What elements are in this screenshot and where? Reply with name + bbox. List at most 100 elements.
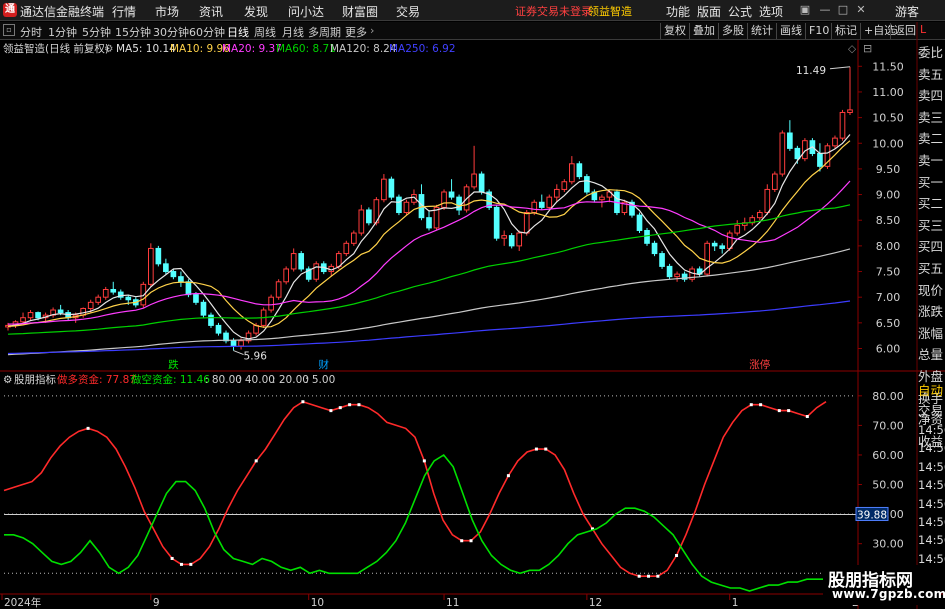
side-panel-item[interactable]: 交易 xyxy=(918,403,945,418)
candle-body xyxy=(508,235,515,247)
side-panel-item[interactable]: 委比 xyxy=(918,45,945,60)
bull-fund-marker xyxy=(179,562,183,566)
ref-40-label: : 40.00 xyxy=(238,374,275,386)
ref-80-label: : 80.00 xyxy=(205,374,242,386)
candle-body xyxy=(659,253,665,267)
watermark-url: www.7gpzb.com xyxy=(832,587,945,601)
candle-body xyxy=(523,212,530,234)
indicator-tick-label: 30.00 xyxy=(872,538,904,551)
side-panel-item[interactable]: 涨幅 xyxy=(918,326,945,341)
collapse-icon[interactable]: ⊟ xyxy=(863,42,872,55)
event-marker: 涨停 xyxy=(749,358,770,371)
candle-body xyxy=(779,132,786,175)
bull-fund-marker xyxy=(422,459,426,463)
candle-body xyxy=(531,201,538,214)
side-panel-item[interactable]: 涨跌 xyxy=(918,304,945,319)
candle-body xyxy=(546,196,553,208)
candle-body xyxy=(448,191,455,198)
candle-body xyxy=(163,263,169,273)
ma120-label: MA120: 8.24 xyxy=(330,43,397,55)
side-panel-item[interactable]: 总量 xyxy=(918,347,945,362)
candle-body xyxy=(839,111,846,139)
bull-fund-marker xyxy=(338,406,342,410)
candle-body xyxy=(358,209,365,234)
candle-body xyxy=(223,332,229,342)
candle-body xyxy=(817,153,823,167)
candle-body xyxy=(87,301,94,309)
candle-body xyxy=(456,196,462,211)
x-tick-label: 2024年 xyxy=(4,596,41,609)
candle-body xyxy=(125,296,132,301)
indicator-title: 股朋指标 xyxy=(14,374,56,386)
candle-body xyxy=(170,271,177,278)
side-panel-item[interactable]: 买五 xyxy=(918,261,945,276)
side-panel-item[interactable]: 买一 xyxy=(918,175,945,190)
event-marker: 财 xyxy=(319,358,330,371)
indicator-tick-label: 70.00 xyxy=(872,419,904,432)
price-tick-label: 9.50 xyxy=(876,163,901,176)
side-panel-item[interactable]: 买三 xyxy=(918,218,945,233)
candle-body xyxy=(230,340,237,347)
time-label: 14:56 xyxy=(918,441,945,456)
bull-fund-marker xyxy=(170,556,174,560)
time-label: 14:56 xyxy=(918,496,945,511)
x-tick-label: 12 xyxy=(589,597,602,609)
candle-body xyxy=(711,242,718,247)
ma5-line xyxy=(7,134,851,340)
side-panel-item[interactable]: 自动 xyxy=(918,383,945,398)
candle-body xyxy=(719,245,726,249)
side-panel-item[interactable]: 卖四 xyxy=(918,88,945,103)
side-panel-item[interactable]: 现价 xyxy=(918,283,945,298)
price-tick-label: 7.50 xyxy=(876,266,901,279)
indicator-settings-icon[interactable]: ⚙ xyxy=(3,374,12,387)
diamond-icon[interactable]: ◇ xyxy=(848,43,856,56)
side-panel-item[interactable]: 买二 xyxy=(918,196,945,211)
candle-body xyxy=(832,137,838,147)
candle-body xyxy=(478,173,485,193)
candle-body xyxy=(403,201,410,214)
bull-fund-marker xyxy=(675,554,679,558)
candle-body xyxy=(283,268,289,283)
high-label: 11.49 xyxy=(796,65,826,77)
candle-body xyxy=(200,301,207,316)
side-panel-item[interactable]: 卖三 xyxy=(918,110,945,125)
bull-fund-marker xyxy=(749,403,753,407)
price-tick-label: 6.00 xyxy=(876,343,901,356)
high-pointer xyxy=(829,66,851,70)
candle-body xyxy=(110,288,117,293)
candle-body xyxy=(396,196,402,214)
bull-fund-marker xyxy=(805,415,809,419)
side-panel-letter[interactable]: L xyxy=(920,23,926,36)
side-panel-item[interactable]: 买四 xyxy=(918,239,945,254)
candle-body xyxy=(343,242,350,255)
side-panel-item[interactable]: 卖二 xyxy=(918,131,945,146)
low-pointer xyxy=(233,350,244,356)
low-label: 5.96 xyxy=(244,351,268,363)
candle-body xyxy=(516,232,523,247)
ma250-line xyxy=(7,300,851,355)
candle-body xyxy=(193,294,199,303)
price-tick-label: 10.00 xyxy=(872,137,904,150)
settings-icon[interactable]: ⚙ xyxy=(104,43,113,56)
main-chart-title: 领益智造(日线 前复权) xyxy=(3,43,110,55)
price-tick-label: 8.50 xyxy=(876,214,901,227)
candle-body xyxy=(644,229,650,244)
bull-fund-marker xyxy=(656,574,660,578)
side-panel-item[interactable]: 卖五 xyxy=(918,67,945,82)
candle-body xyxy=(35,312,41,319)
bear-fund-line xyxy=(4,453,826,592)
bull-fund-marker xyxy=(759,403,763,407)
time-label: 14:56 xyxy=(918,533,945,548)
time-label: 14:56 xyxy=(918,478,945,493)
side-panel-item[interactable]: 外盘 xyxy=(918,369,945,384)
time-label: 14:56 xyxy=(918,459,945,474)
candle-body xyxy=(561,181,568,190)
candle-body xyxy=(148,247,154,285)
bull-fund-marker xyxy=(348,403,352,407)
stock-chart[interactable]: 6.00 6.50 7.00 7.50 8.00 8.50 9.00 9.50 10.00 10.… xyxy=(0,0,945,609)
candle-body xyxy=(268,296,274,311)
candle-body xyxy=(313,263,320,280)
candle-body xyxy=(787,132,793,149)
ma5-label: MA5: 10.14 xyxy=(116,43,176,55)
side-panel-item[interactable]: 卖一 xyxy=(918,153,945,168)
